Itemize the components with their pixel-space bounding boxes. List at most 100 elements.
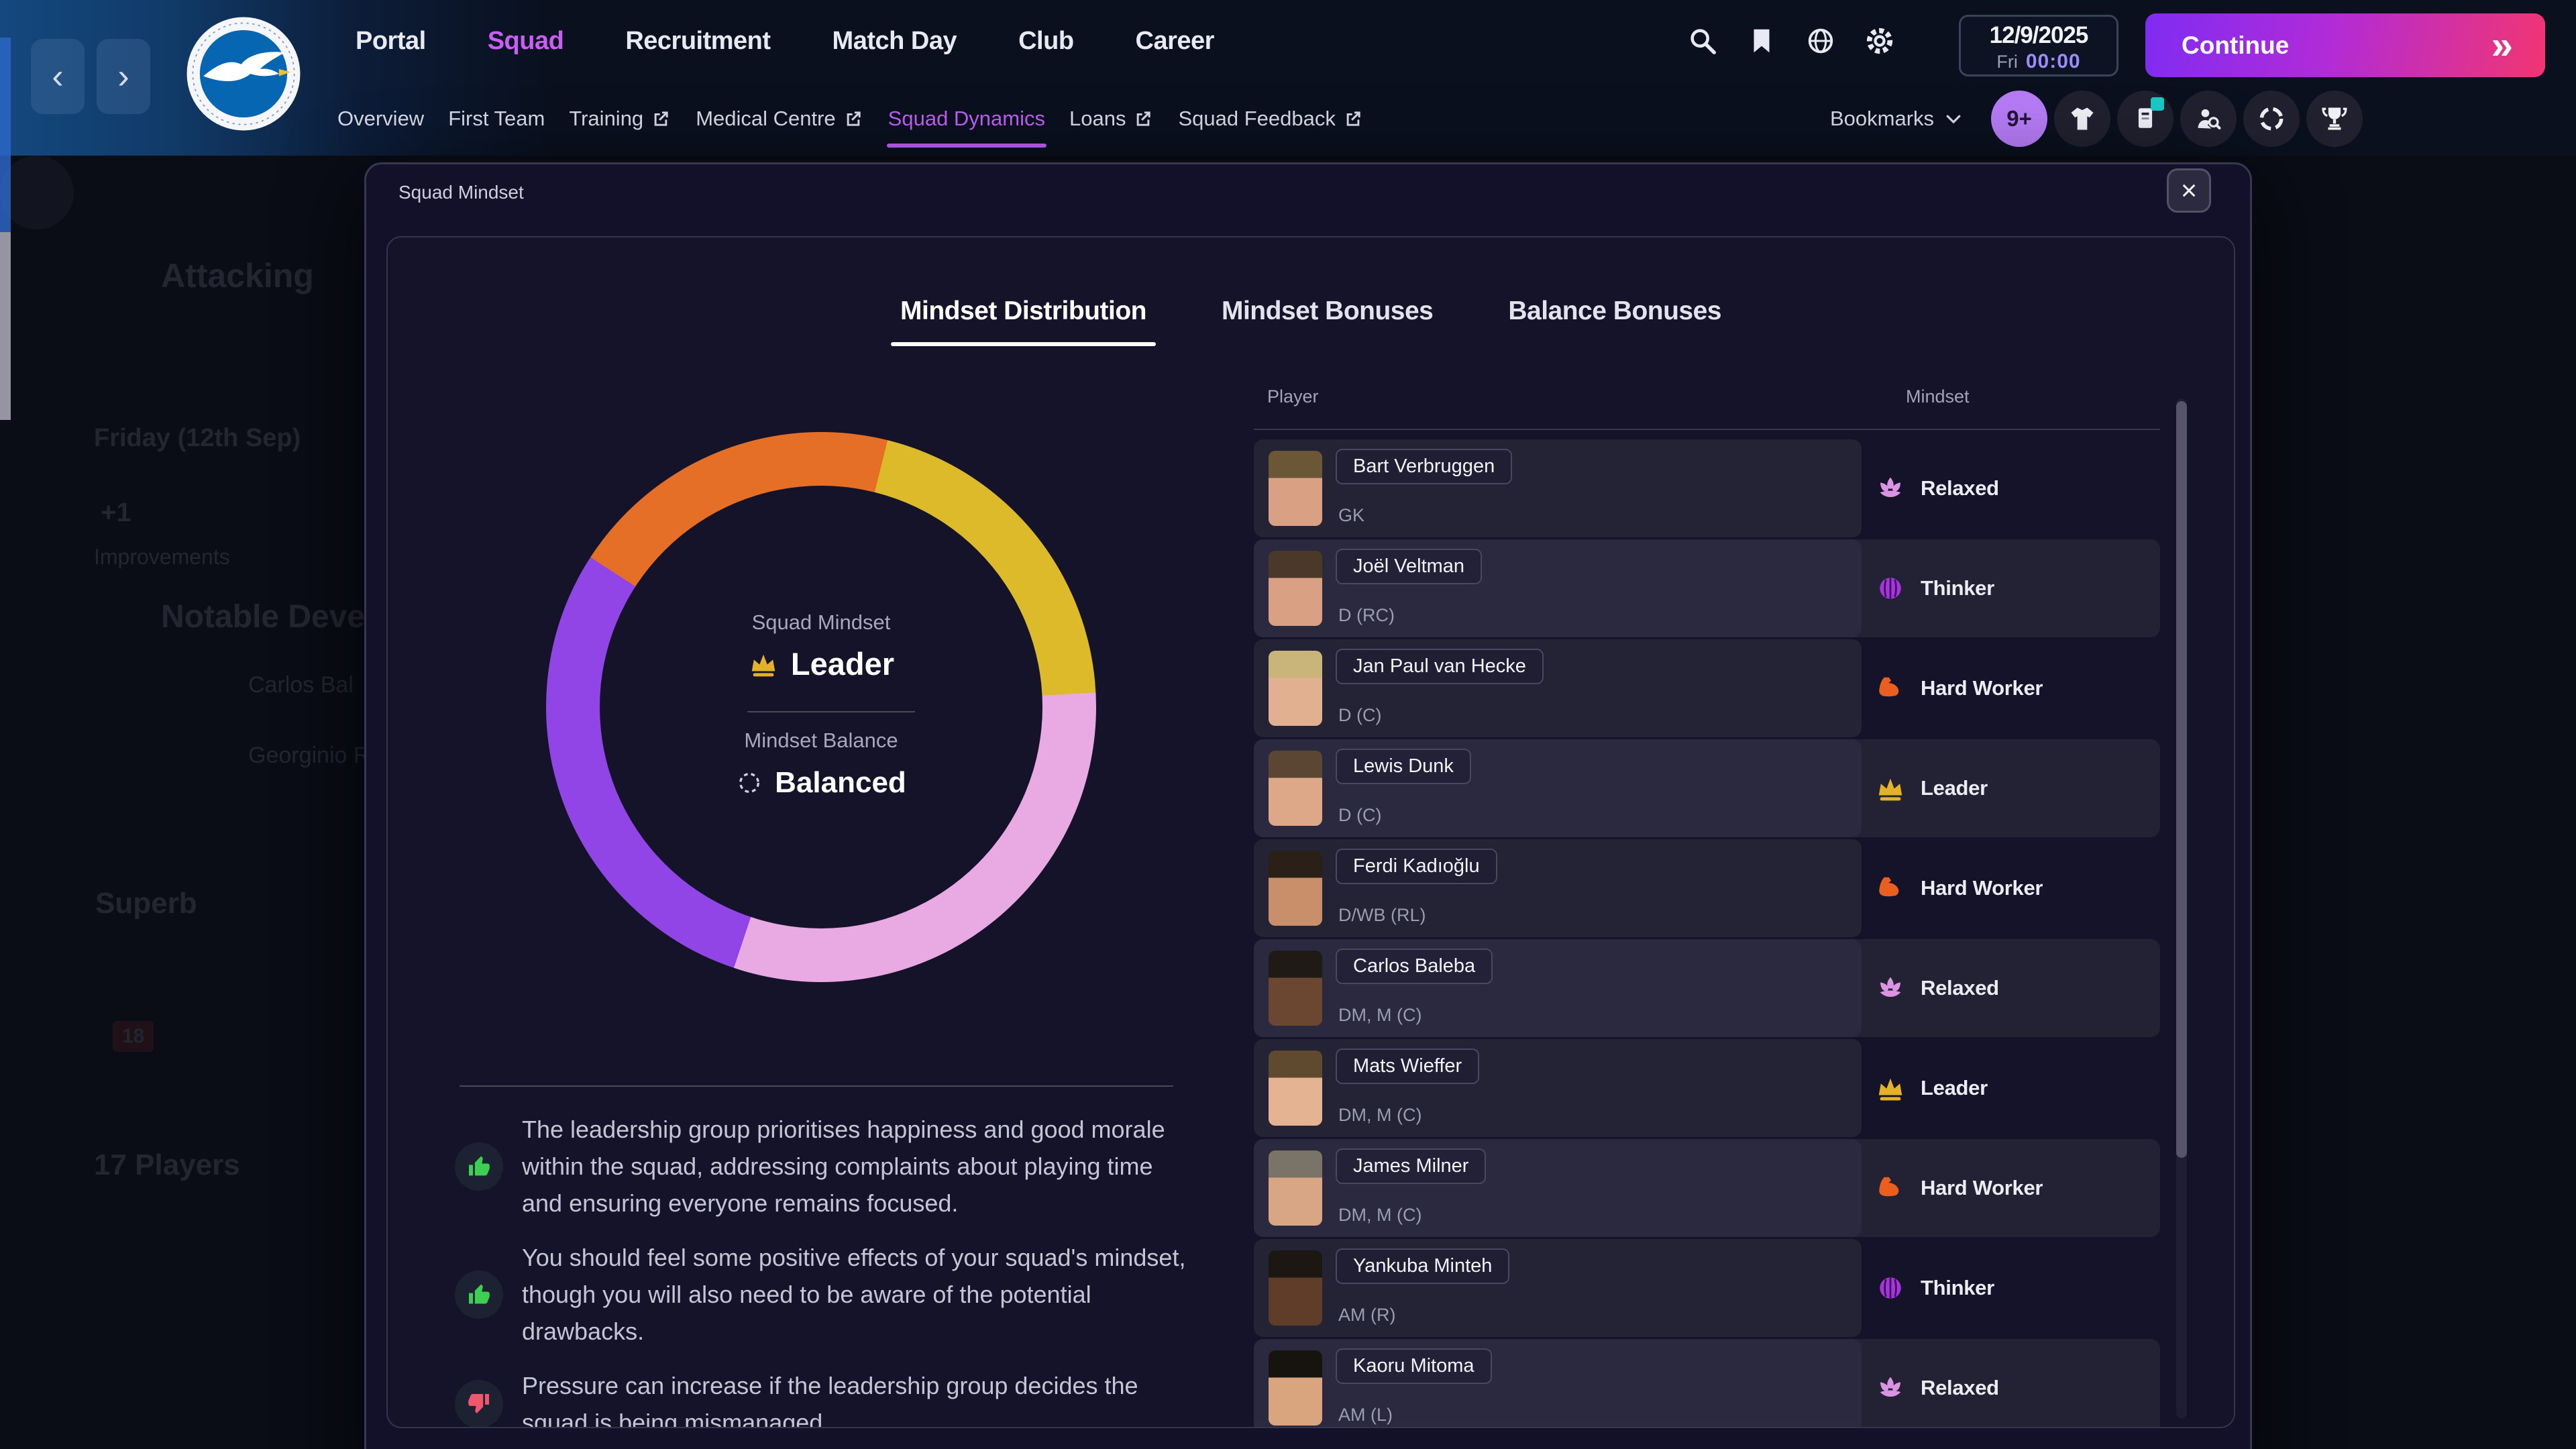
squad-mindset-modal: Squad Mindset × Mindset DistributionMind… bbox=[364, 162, 2252, 1449]
thumbs-up-icon bbox=[455, 1271, 503, 1319]
player-name[interactable]: Mats Wieffer bbox=[1336, 1049, 1479, 1084]
table-row[interactable]: Bart Verbruggen GK Relaxed bbox=[1254, 439, 2160, 537]
player-avatar bbox=[1269, 951, 1322, 1026]
player-cell[interactable]: Ferdi Kadıoğlu D/WB (RL) bbox=[1254, 839, 1862, 937]
squad-shirt-button[interactable] bbox=[2054, 91, 2110, 147]
sub-nav-label: First Team bbox=[448, 107, 545, 131]
main-nav-item[interactable]: Career bbox=[1136, 27, 1214, 56]
mindset-label: Thinker bbox=[1921, 1276, 1994, 1300]
modal-tab[interactable]: Mindset Distribution bbox=[891, 297, 1156, 346]
modal-tabs: Mindset Distribution Mindset Bonuses Balan… bbox=[388, 297, 2234, 346]
competitions-button[interactable] bbox=[2306, 91, 2363, 147]
center-divider bbox=[747, 711, 915, 712]
player-position: AM (R) bbox=[1338, 1305, 1395, 1326]
scrollbar-thumb[interactable] bbox=[2176, 401, 2187, 1158]
table-row[interactable]: Kaoru Mitoma AM (L) Relaxed bbox=[1254, 1339, 2160, 1428]
mindset-label: Hard Worker bbox=[1921, 876, 2043, 900]
player-name[interactable]: Lewis Dunk bbox=[1336, 749, 1471, 784]
player-avatar bbox=[1269, 1150, 1322, 1226]
player-name[interactable]: Yankuba Minteh bbox=[1336, 1248, 1509, 1284]
sub-nav-item[interactable]: First Team bbox=[448, 82, 545, 156]
mindset-label: Thinker bbox=[1921, 576, 1994, 600]
table-row[interactable]: Mats Wieffer DM, M (C) Leader bbox=[1254, 1039, 2160, 1137]
sub-nav-item[interactable]: Medical Centre bbox=[696, 82, 863, 156]
primary-nav-bar: ‹ › PortalSquadRecruitmentMatch DayClubC… bbox=[0, 0, 2576, 82]
table-row[interactable]: Ferdi Kadıoğlu D/WB (RL) Hard Worker bbox=[1254, 839, 2160, 937]
player-cell[interactable]: Yankuba Minteh AM (R) bbox=[1254, 1239, 1862, 1337]
table-row[interactable]: James Milner DM, M (C) Hard Worker bbox=[1254, 1139, 2160, 1237]
mindset-label: Relaxed bbox=[1921, 476, 1999, 500]
player-position: D (C) bbox=[1338, 705, 1381, 726]
relaxed-icon bbox=[1875, 473, 1906, 504]
player-cell[interactable]: Kaoru Mitoma AM (L) bbox=[1254, 1339, 1862, 1428]
sub-nav-label: Loans bbox=[1069, 107, 1126, 131]
mindset-label: Hard Worker bbox=[1921, 676, 2043, 700]
modal-tab[interactable]: Balance Bonuses bbox=[1499, 297, 1731, 346]
table-row[interactable]: Carlos Baleba DM, M (C) Relaxed bbox=[1254, 939, 2160, 1037]
sub-nav-item[interactable]: Squad Dynamics bbox=[888, 82, 1045, 156]
player-cell[interactable]: Jan Paul van Hecke D (C) bbox=[1254, 639, 1862, 737]
background-edge-strip-blue bbox=[0, 38, 11, 232]
game-date[interactable]: 12/9/2025 Fri00:00 bbox=[1959, 15, 2118, 76]
ring-icon bbox=[2257, 104, 2286, 133]
sub-nav-item[interactable]: Training bbox=[569, 82, 672, 156]
sub-nav-item[interactable]: Squad Feedback bbox=[1178, 82, 1363, 156]
table-row[interactable]: Lewis Dunk D (C) Leader bbox=[1254, 739, 2160, 837]
hard-worker-icon bbox=[1875, 873, 1906, 904]
player-cell[interactable]: Lewis Dunk D (C) bbox=[1254, 739, 1862, 837]
main-nav-item[interactable]: Club bbox=[1018, 27, 1073, 56]
mindset-label: Leader bbox=[1921, 1076, 1988, 1100]
table-row[interactable]: Yankuba Minteh AM (R) Thinker bbox=[1254, 1239, 2160, 1337]
player-name[interactable]: James Milner bbox=[1336, 1148, 1486, 1184]
scout-icon bbox=[2194, 104, 2223, 133]
table-row[interactable]: Joël Veltman D (RC) Thinker bbox=[1254, 539, 2160, 637]
player-name[interactable]: Ferdi Kadıoğlu bbox=[1336, 849, 1497, 884]
sub-nav-label: Overview bbox=[337, 107, 424, 131]
player-cell[interactable]: Joël Veltman D (RC) bbox=[1254, 539, 1862, 637]
player-cell[interactable]: Carlos Baleba DM, M (C) bbox=[1254, 939, 1862, 1037]
search-icon[interactable] bbox=[1687, 25, 1718, 56]
bg-attacking-label: Attacking bbox=[161, 256, 314, 295]
center-value-squad-mindset: Leader bbox=[791, 645, 894, 682]
bg-shirt-number: 18 bbox=[113, 1021, 154, 1052]
player-name[interactable]: Joël Veltman bbox=[1336, 549, 1482, 584]
player-name[interactable]: Kaoru Mitoma bbox=[1336, 1348, 1492, 1384]
sub-nav-label: Squad Feedback bbox=[1178, 107, 1335, 131]
trophy-icon bbox=[2320, 104, 2349, 133]
globe-icon[interactable] bbox=[1805, 25, 1836, 56]
app-window: ‹ › PortalSquadRecruitmentMatch DayClubC… bbox=[0, 0, 2576, 1449]
continue-button[interactable]: Continue » bbox=[2145, 13, 2545, 77]
bookmarks-dropdown[interactable]: Bookmarks bbox=[1830, 82, 1964, 156]
main-nav-item[interactable]: Match Day bbox=[833, 27, 957, 56]
center-value-mindset-balance: Balanced bbox=[775, 766, 906, 800]
table-row[interactable]: Jan Paul van Hecke D (C) Hard Worker bbox=[1254, 639, 2160, 737]
player-cell[interactable]: Bart Verbruggen GK bbox=[1254, 439, 1862, 537]
profile-card-button[interactable] bbox=[2117, 91, 2174, 147]
sub-nav-item[interactable]: Overview bbox=[337, 82, 424, 156]
main-nav-item[interactable]: Portal bbox=[356, 27, 426, 56]
bookmark-icon[interactable] bbox=[1746, 25, 1777, 56]
player-cell[interactable]: Mats Wieffer DM, M (C) bbox=[1254, 1039, 1862, 1137]
main-nav-item[interactable]: Squad bbox=[488, 27, 564, 56]
close-icon[interactable]: × bbox=[2167, 168, 2211, 213]
player-avatar bbox=[1269, 1250, 1322, 1326]
sync-button[interactable] bbox=[2243, 91, 2300, 147]
top-icon-group bbox=[1687, 0, 1895, 82]
player-name[interactable]: Carlos Baleba bbox=[1336, 949, 1493, 984]
modal-tab[interactable]: Mindset Bonuses bbox=[1212, 297, 1442, 346]
bg-superb-label: Superb bbox=[95, 887, 197, 920]
bg-improvement-count: +1 bbox=[101, 498, 131, 528]
sub-nav-label: Medical Centre bbox=[696, 107, 835, 131]
scouting-button[interactable] bbox=[2180, 91, 2237, 147]
player-name[interactable]: Bart Verbruggen bbox=[1336, 449, 1512, 484]
player-cell[interactable]: James Milner DM, M (C) bbox=[1254, 1139, 1862, 1237]
mindset-label: Hard Worker bbox=[1921, 1176, 2043, 1200]
player-name[interactable]: Jan Paul van Hecke bbox=[1336, 649, 1544, 684]
main-nav-item[interactable]: Recruitment bbox=[625, 27, 770, 56]
sub-nav-item[interactable]: Loans bbox=[1069, 82, 1154, 156]
relaxed-icon bbox=[1875, 973, 1906, 1004]
inbox-notifications-button[interactable]: 9+ bbox=[1991, 91, 2047, 147]
gear-icon[interactable] bbox=[1864, 25, 1895, 56]
continue-label: Continue bbox=[2182, 32, 2289, 60]
day-value: Fri bbox=[1996, 52, 2017, 72]
